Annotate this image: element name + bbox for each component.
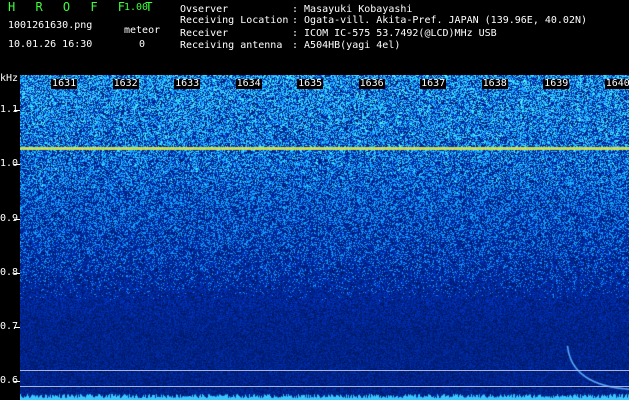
x-tick-label: 1633 xyxy=(174,78,201,89)
y-tick-mark xyxy=(14,326,20,328)
y-tick-mark xyxy=(14,164,20,166)
y-tick-mark xyxy=(14,110,20,112)
x-tick-label: 1632 xyxy=(112,78,139,89)
y-tick-mark xyxy=(14,218,20,220)
timestamp: 10.01.26 16:30 xyxy=(8,39,93,50)
location-key: Receiving Location xyxy=(180,15,289,26)
x-tick-label: 1631 xyxy=(51,78,78,89)
spectrogram xyxy=(20,75,629,400)
meteor-count: 0 xyxy=(139,39,146,50)
reference-line xyxy=(20,386,629,388)
receiver-value: : ICOM IC-575 53.7492(@LCD)MHz USB xyxy=(292,28,497,39)
x-tick-label: 1636 xyxy=(358,78,385,89)
x-tick-label: 1637 xyxy=(420,78,447,89)
reference-line xyxy=(20,370,629,372)
file-name: 1001261630.png xyxy=(8,20,93,31)
meteor-label: meteor xyxy=(124,25,161,36)
x-tick-label: 1635 xyxy=(297,78,324,89)
location-value: : Ogata-vill. Akita-Pref. JAPAN (139.96E… xyxy=(292,15,588,26)
y-axis-label: kHz xyxy=(0,73,19,84)
x-tick-label: 1634 xyxy=(235,78,262,89)
receiver-key: Receiver xyxy=(180,28,229,39)
y-tick-mark xyxy=(14,381,20,383)
app-version: 1.00 xyxy=(124,2,149,13)
y-tick-mark xyxy=(14,272,20,274)
x-tick-label: 1638 xyxy=(481,78,508,89)
x-tick-label: 1639 xyxy=(543,78,570,89)
x-tick-label: 1640 xyxy=(604,78,629,89)
antenna-value: : A504HB(yagi 4el) xyxy=(292,40,401,51)
antenna-key: Receiving antenna xyxy=(180,40,283,51)
